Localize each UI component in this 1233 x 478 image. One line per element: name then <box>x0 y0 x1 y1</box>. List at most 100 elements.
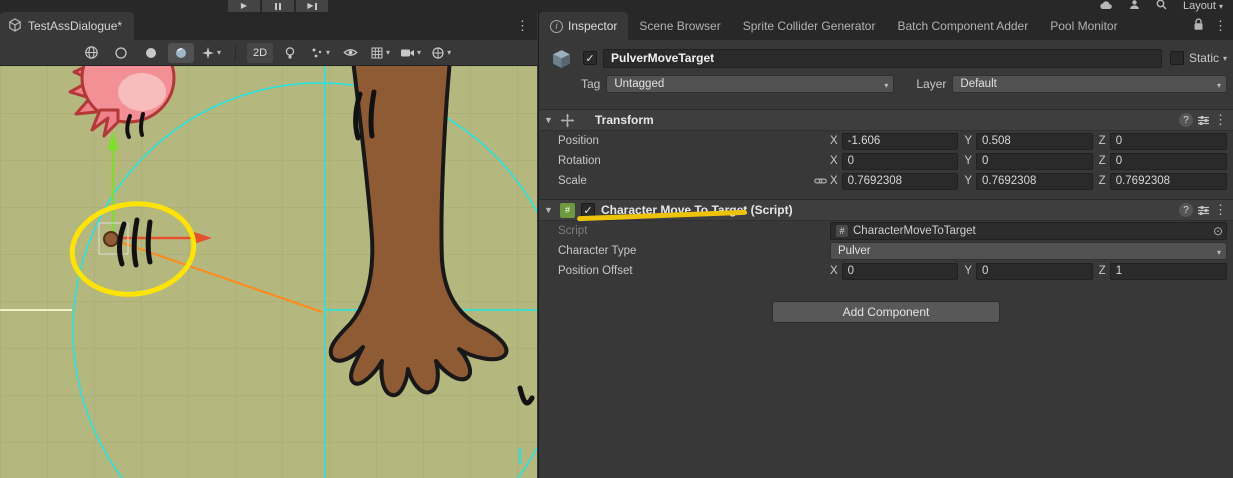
gameobject-cube-icon[interactable] <box>551 48 577 69</box>
tab-pool-monitor[interactable]: Pool Monitor <box>1039 12 1128 40</box>
check-icon: ✓ <box>585 52 594 65</box>
chevron-down-icon: ▾ <box>1217 248 1221 257</box>
gizmos-dropdown-icon[interactable]: ▾ <box>428 43 454 63</box>
chevron-down-icon: ▾ <box>326 48 330 57</box>
add-component-button[interactable]: Add Component <box>772 301 1000 323</box>
layer-dropdown[interactable]: Default ▾ <box>952 75 1227 93</box>
script-label: Script <box>558 225 814 237</box>
account-icon[interactable] <box>1129 0 1140 13</box>
gameobject-header: ✓ PulverMoveTarget Static ▾ Tag Untagged… <box>539 40 1233 101</box>
gameobject-active-checkbox[interactable]: ✓ <box>583 51 597 65</box>
object-picker-icon[interactable]: ⊙ <box>1213 224 1223 238</box>
step-button[interactable]: ▶ <box>296 0 328 12</box>
script-object-field[interactable]: # CharacterMoveToTarget ⊙ <box>830 222 1227 240</box>
tab-scene-view[interactable]: TestAssDialogue* <box>0 12 134 40</box>
scene-tabbar: TestAssDialogue* ⋮ <box>0 12 537 40</box>
circle-outline-icon[interactable] <box>108 43 134 63</box>
layout-dropdown[interactable]: Layout ▾ <box>1183 0 1223 12</box>
tab-label: Scene Browser <box>639 19 720 33</box>
tab-label: Inspector <box>568 19 617 33</box>
foldout-icon[interactable]: ▼ <box>544 205 556 215</box>
scale-link-icon[interactable] <box>814 176 830 186</box>
axis-z-label: Z <box>1099 265 1106 277</box>
axis-z-label: Z <box>1099 175 1106 187</box>
search-icon[interactable] <box>1156 0 1167 13</box>
scene-canvas <box>0 66 537 478</box>
axis-y-label: Y <box>964 265 972 277</box>
grid-dropdown-icon[interactable]: ▾ <box>367 43 393 63</box>
position-y-field[interactable]: 0.508 <box>976 133 1093 150</box>
inspector-menu-icon[interactable]: ⋮ <box>1214 18 1227 34</box>
position-offset-z-field[interactable]: 1 <box>1110 263 1227 280</box>
axis-x-label: X <box>830 175 838 187</box>
scale-y-field[interactable]: 0.7692308 <box>976 173 1093 190</box>
position-offset-label: Position Offset <box>558 265 814 277</box>
axis-x-label: X <box>830 265 838 277</box>
move-target-dot[interactable] <box>104 232 118 246</box>
gameobject-name-row: ✓ PulverMoveTarget Static ▾ <box>545 47 1227 69</box>
sphere-view-icon[interactable] <box>168 43 194 63</box>
tab-batch-component-adder[interactable]: Batch Component Adder <box>886 12 1039 40</box>
chevron-down-icon: ▾ <box>1217 81 1221 90</box>
visibility-eye-icon[interactable] <box>337 43 363 63</box>
help-icon[interactable]: ? <box>1179 203 1193 217</box>
tag-label: Tag <box>581 77 600 91</box>
camera-dropdown-icon[interactable]: ▾ <box>397 43 424 63</box>
particles-dropdown-icon[interactable]: ▾ <box>198 43 224 63</box>
presets-icon[interactable] <box>1197 204 1210 217</box>
black-grass-mark <box>134 220 137 265</box>
circle-filled-icon[interactable] <box>138 43 164 63</box>
lighting-bulb-icon[interactable] <box>277 43 303 63</box>
unity-cube-icon <box>8 18 22 35</box>
rotation-y-field[interactable]: 0 <box>976 153 1093 170</box>
position-offset-y-field[interactable]: 0 <box>976 263 1093 280</box>
position-offset-x-field[interactable]: 0 <box>842 263 959 280</box>
scale-row: Scale X0.7692308 Y0.7692308 Z0.7692308 <box>539 171 1233 191</box>
axis-y-label: Y <box>964 135 972 147</box>
axis-x-label: X <box>830 135 838 147</box>
lock-icon[interactable] <box>1193 18 1204 34</box>
scene-view-menu-icon[interactable]: ⋮ <box>516 18 529 34</box>
presets-icon[interactable] <box>1197 114 1210 127</box>
mode-2d-button[interactable]: 2D <box>247 43 273 63</box>
rotation-x-field[interactable]: 0 <box>842 153 959 170</box>
character-type-dropdown[interactable]: Pulver ▾ <box>830 242 1227 260</box>
tab-label: Pool Monitor <box>1050 19 1117 33</box>
axis-z-label: Z <box>1099 135 1106 147</box>
pause-button[interactable] <box>262 0 294 12</box>
scale-z-field[interactable]: 0.7692308 <box>1110 173 1227 190</box>
cloud-icon[interactable] <box>1099 0 1113 13</box>
transport-controls: ▶ ▶ <box>228 0 328 12</box>
script-asset-icon: # <box>836 225 848 237</box>
static-flags-dropdown-icon[interactable]: ▾ <box>1223 54 1227 63</box>
effects-stars-dropdown-icon[interactable]: ▾ <box>307 43 333 63</box>
chevron-down-icon: ▾ <box>217 48 221 57</box>
tag-dropdown[interactable]: Untagged ▾ <box>606 75 894 93</box>
scale-x-field[interactable]: 0.7692308 <box>842 173 959 190</box>
globe-icon[interactable] <box>78 43 104 63</box>
axis-x-label: X <box>830 155 838 167</box>
position-x-field[interactable]: -1.606 <box>842 133 959 150</box>
help-icon[interactable]: ? <box>1179 113 1193 127</box>
mode-2d-label: 2D <box>253 47 267 59</box>
black-grass-mark <box>141 114 143 135</box>
position-z-field[interactable]: 0 <box>1110 133 1227 150</box>
tab-sprite-collider-generator[interactable]: Sprite Collider Generator <box>732 12 887 40</box>
rotation-row: Rotation X0 Y0 Z0 <box>539 151 1233 171</box>
component-menu-icon[interactable]: ⋮ <box>1214 202 1227 218</box>
tab-inspector[interactable]: i Inspector <box>539 12 628 40</box>
foldout-icon[interactable]: ▼ <box>544 115 556 125</box>
rotation-label: Rotation <box>558 155 814 167</box>
rotation-z-field[interactable]: 0 <box>1110 153 1227 170</box>
component-menu-icon[interactable]: ⋮ <box>1214 112 1227 128</box>
transform-component-header[interactable]: ▼ Transform ? ⋮ <box>539 109 1233 131</box>
gameobject-name-field[interactable]: PulverMoveTarget <box>603 49 1162 68</box>
inspector-tabbar: i Inspector Scene Browser Sprite Collide… <box>539 12 1233 40</box>
scene-viewport[interactable] <box>0 66 537 478</box>
transform-icon <box>560 113 575 128</box>
tab-scene-browser[interactable]: Scene Browser <box>628 12 731 40</box>
play-button[interactable]: ▶ <box>228 0 260 12</box>
static-checkbox[interactable] <box>1170 51 1184 65</box>
toolbar-divider <box>235 45 236 61</box>
tab-label: Sprite Collider Generator <box>743 19 876 33</box>
